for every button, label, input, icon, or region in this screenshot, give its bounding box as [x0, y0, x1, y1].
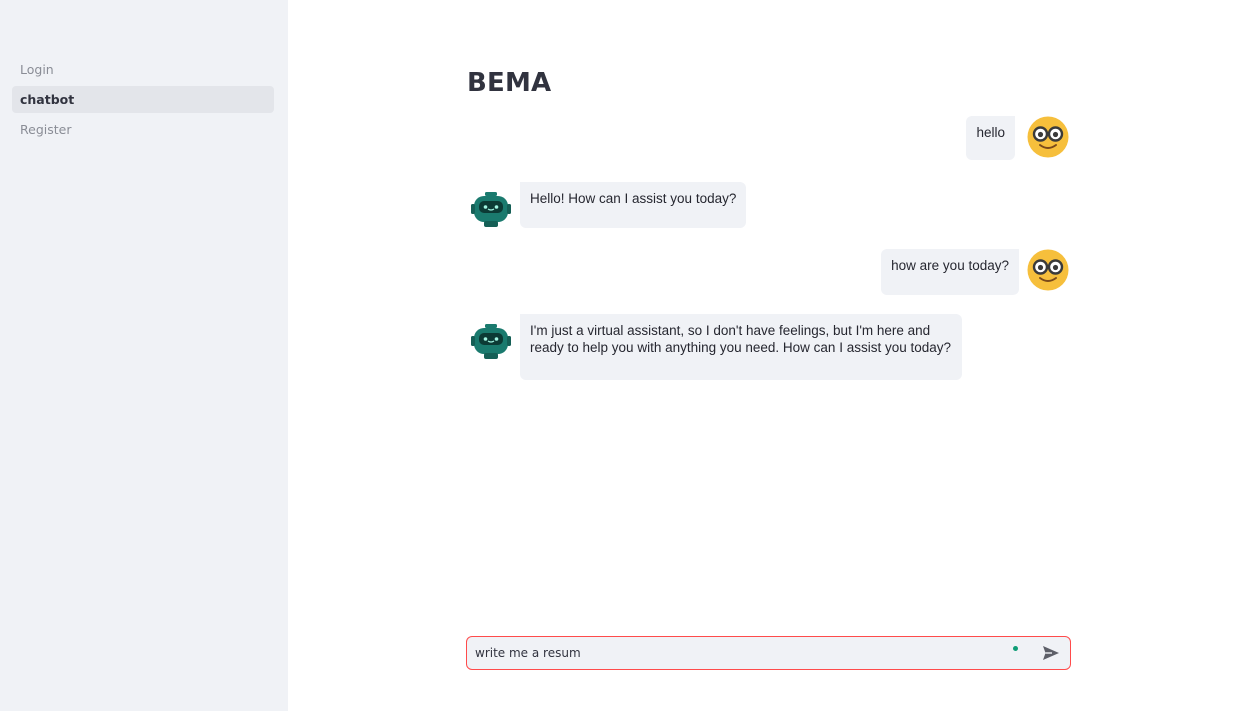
chat-message-user: how are you today? — [881, 249, 1069, 295]
chat-message-user: hello — [966, 116, 1069, 160]
chat-message-assistant: Hello! How can I assist you today? — [470, 182, 747, 230]
sidebar-item-label: chatbot — [20, 92, 75, 107]
send-button[interactable] — [1040, 642, 1062, 664]
robot-icon — [470, 320, 512, 362]
assistant-message-bubble: Hello! How can I assist you today? — [520, 182, 747, 228]
nerd-face-icon — [1027, 249, 1069, 291]
page-title: BEMA — [467, 68, 552, 98]
chat-message-assistant: I'm just a virtual assistant, so I don't… — [470, 314, 962, 380]
user-message-bubble: hello — [966, 116, 1015, 160]
send-icon — [1043, 646, 1059, 660]
robot-icon — [470, 188, 512, 230]
nerd-face-icon — [1027, 116, 1069, 158]
assistant-message-bubble: I'm just a virtual assistant, so I don't… — [520, 314, 962, 380]
sidebar-item-chatbot[interactable]: chatbot — [12, 86, 274, 113]
sidebar-nav: Login chatbot Register — [12, 56, 274, 146]
app-window: Login chatbot Register BEMA hello Hello!… — [0, 0, 1249, 711]
user-message-bubble: how are you today? — [881, 249, 1019, 295]
sidebar-item-label: Login — [20, 62, 54, 77]
chat-input[interactable] — [475, 646, 1013, 660]
sidebar-item-login[interactable]: Login — [12, 56, 274, 83]
sidebar-item-register[interactable]: Register — [12, 116, 274, 143]
sidebar: Login chatbot Register — [0, 0, 288, 711]
status-indicator — [1013, 645, 1018, 651]
sidebar-item-label: Register — [20, 122, 72, 137]
chat-input-container — [466, 636, 1071, 670]
main-content: BEMA hello Hello! How can I assist you t… — [288, 0, 1249, 711]
